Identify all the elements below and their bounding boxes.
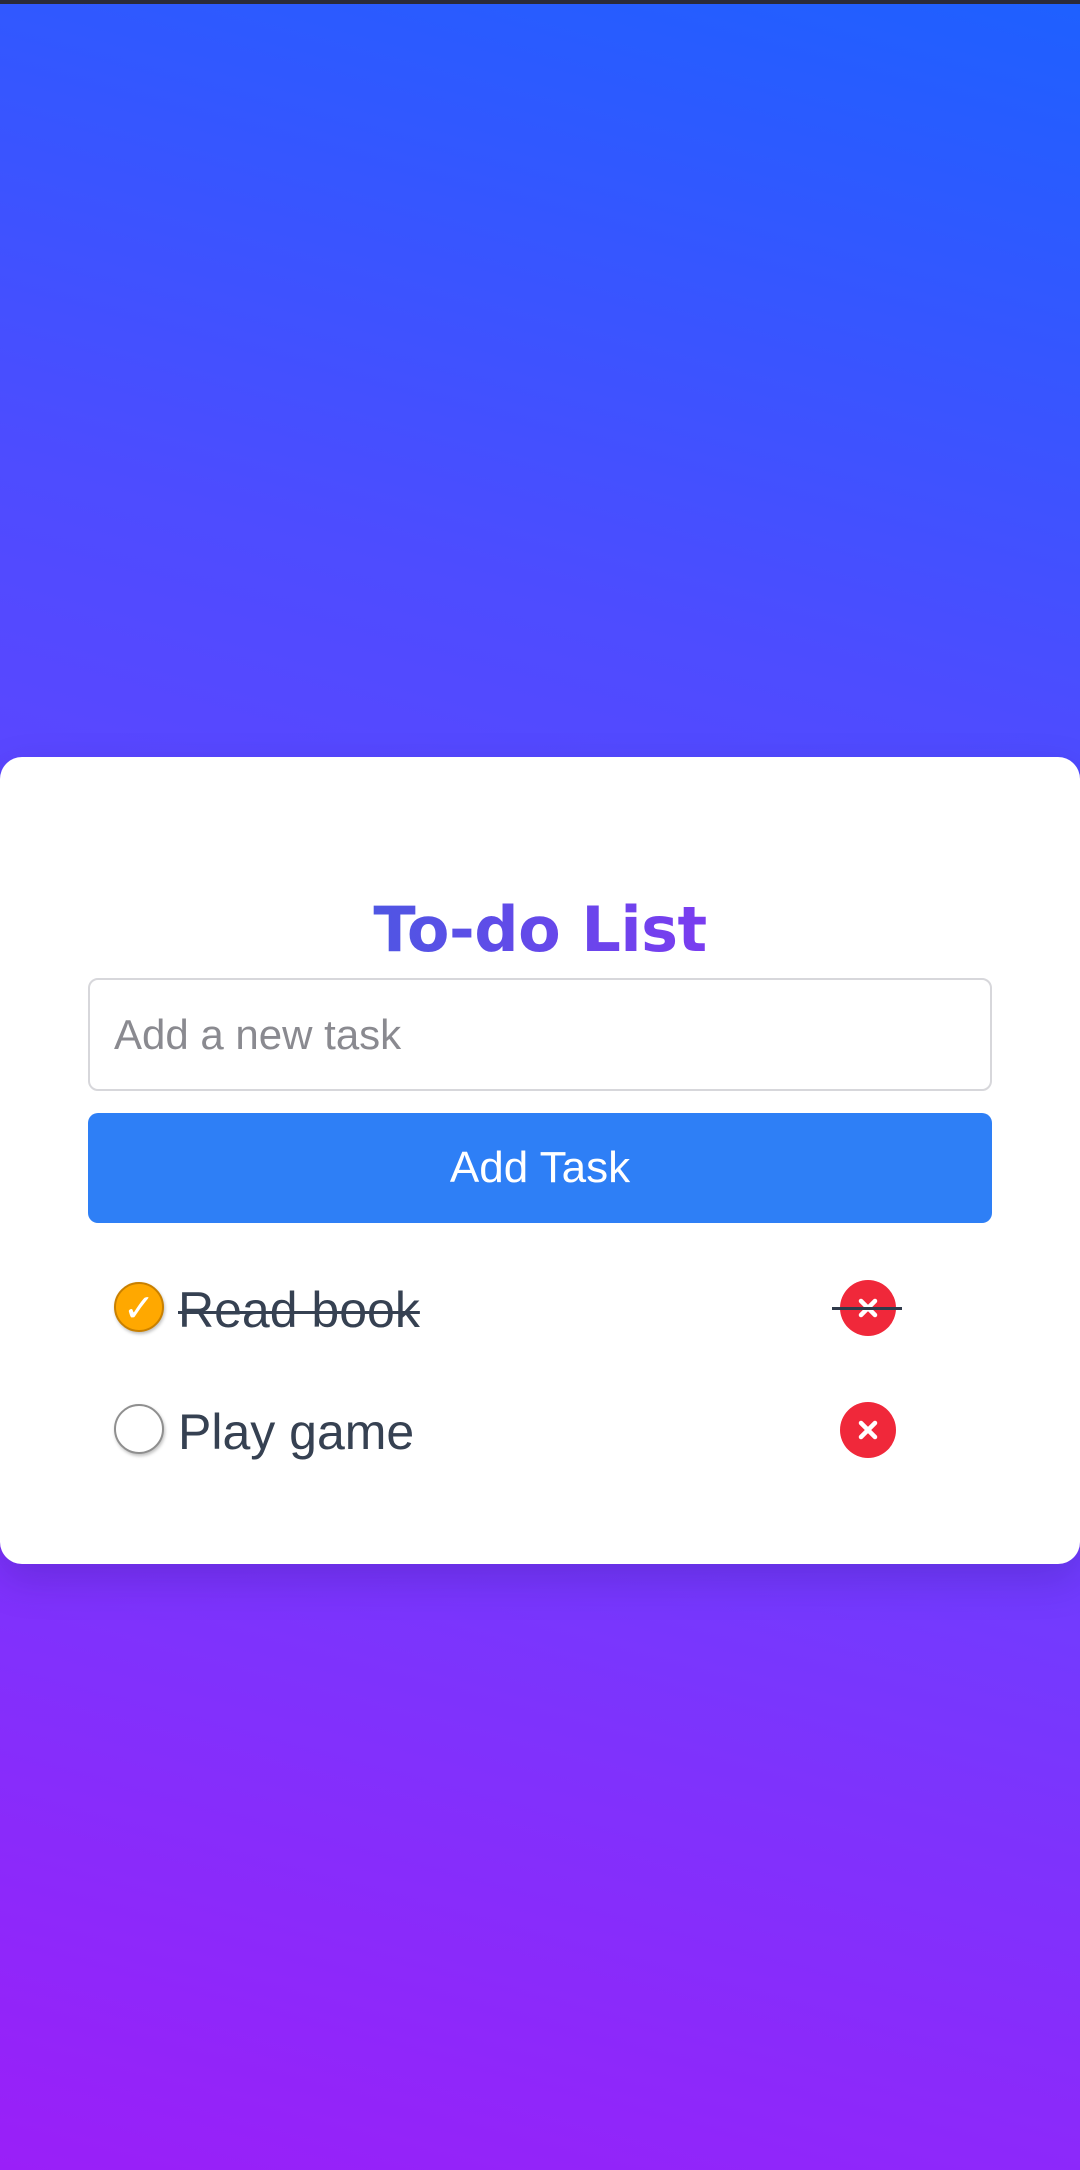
- todo-card: To-do List Add Task ✓ Read book Play gam…: [0, 757, 1080, 1564]
- checkmark-icon: ✓: [123, 1286, 155, 1330]
- task-label: Read book: [178, 1282, 420, 1338]
- status-bar: [0, 0, 1080, 4]
- close-icon: [858, 1298, 878, 1318]
- delete-task-button[interactable]: [840, 1402, 896, 1458]
- task-list: ✓ Read book Play game: [0, 757, 1080, 1564]
- task-checkbox[interactable]: [114, 1404, 164, 1454]
- task-label: Play game: [178, 1404, 415, 1460]
- task-item: Play game: [112, 1392, 902, 1472]
- delete-task-button[interactable]: [840, 1280, 896, 1336]
- task-checkbox[interactable]: ✓: [114, 1282, 164, 1332]
- close-icon: [858, 1420, 878, 1440]
- task-item: ✓ Read book: [112, 1270, 902, 1350]
